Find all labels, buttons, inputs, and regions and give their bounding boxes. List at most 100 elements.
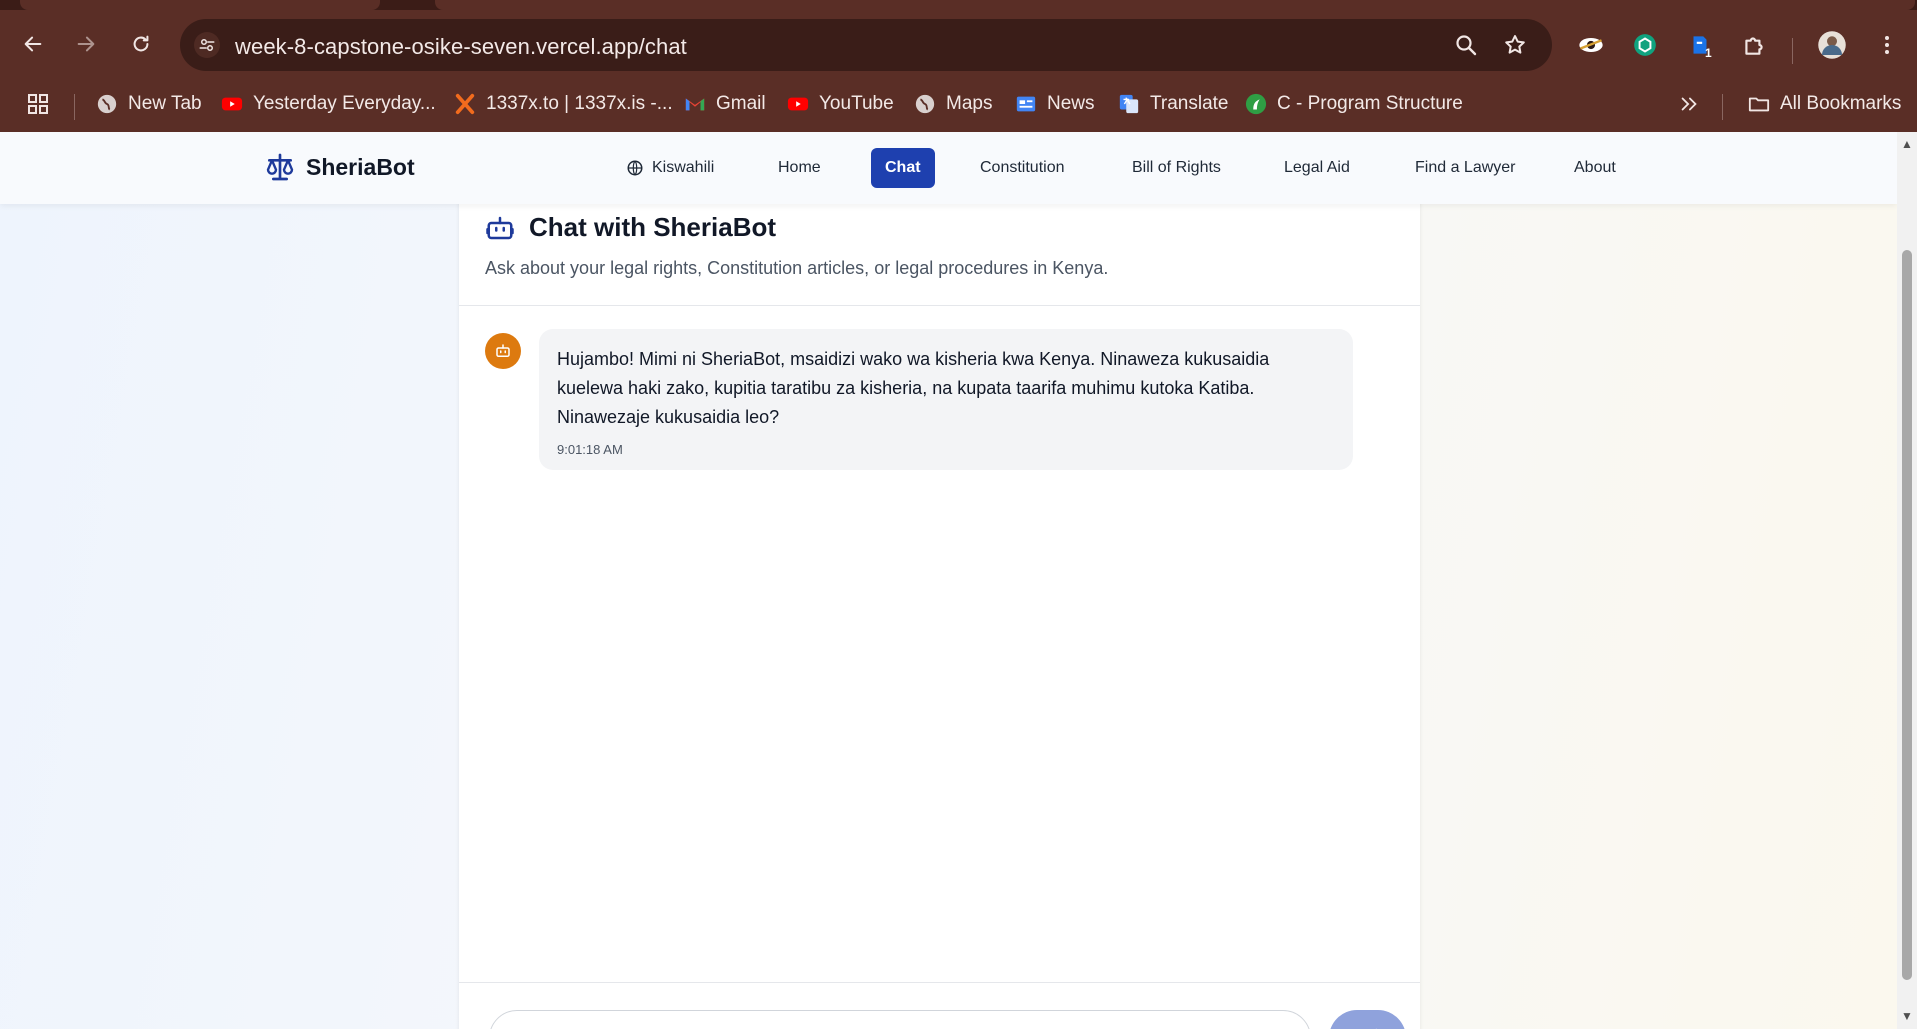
chat-composer [459,982,1420,1029]
nav-label: Bill of Rights [1132,159,1221,176]
bookmark-yesterday-everyday[interactable]: Yesterday Everyday... [221,88,436,120]
bookmark-label: Maps [946,93,993,114]
bookmark-label: Yesterday Everyday... [253,93,436,114]
bookmark-star-button[interactable] [1502,32,1528,58]
bookmark-label: 1337x.to | 1337x.is -... [486,93,673,114]
nav-label: Legal Aid [1284,159,1350,176]
message-text: Hujambo! Mimi ni SheriaBot, msaidizi wak… [557,349,1270,427]
x-logo-icon [454,93,476,115]
scroll-up-arrow[interactable]: ▲ [1901,138,1913,150]
send-button[interactable] [1329,1010,1406,1029]
arrow-left-icon [24,36,42,52]
page-viewport: SheriaBot Kiswahili Home Chat Constituti… [0,132,1897,1029]
bookmark-label: Gmail [716,93,766,114]
bookmark-label: C - Program Structure [1277,93,1463,114]
tab[interactable] [20,0,380,10]
bookmark-new-tab[interactable]: New Tab [96,88,202,120]
tune-icon [199,39,215,51]
more-vertical-icon [1885,36,1889,54]
bot-avatar [485,333,521,369]
nav-home[interactable]: Home [764,148,835,188]
all-bookmarks-label: All Bookmarks [1780,93,1902,114]
apps-grid-icon [28,94,48,114]
address-bar[interactable]: week-8-capstone-osike-seven.vercel.app/c… [180,19,1552,71]
brand-link[interactable]: SheriaBot [264,151,415,183]
nav-label: Kiswahili [652,159,715,176]
nav-about[interactable]: About [1560,148,1630,188]
bookmarks-bar: New Tab Yesterday Everyday... 1337x.to |… [0,78,1917,132]
double-chevron-right-icon [1681,97,1697,111]
bookmark-label: YouTube [819,93,894,114]
zoom-button[interactable] [1453,32,1479,58]
all-bookmarks-button[interactable]: All Bookmarks [1748,88,1901,120]
bookmark-youtube[interactable]: YouTube [787,88,894,120]
bot-icon [486,216,514,239]
nav-find-a-lawyer[interactable]: Find a Lawyer [1401,148,1530,188]
chat-title-row: Chat with SheriaBot [485,212,776,243]
folder-icon [1748,93,1770,115]
youtube-icon [221,93,243,115]
back-button[interactable] [15,26,51,62]
scales-icon [266,153,294,181]
bookmark-1337x[interactable]: 1337x.to | 1337x.is -... [454,88,673,120]
nav-kiswahili-toggle[interactable]: Kiswahili [612,148,728,188]
bookmark-label: New Tab [128,93,202,114]
star-icon [1505,35,1525,54]
browser-menu-button[interactable] [1870,28,1904,62]
extension-with-badge-button[interactable]: 1 [1683,28,1717,62]
url-text[interactable]: week-8-capstone-osike-seven.vercel.app/c… [235,34,687,60]
search-icon [1456,35,1477,56]
scrollbar-thumb[interactable] [1902,250,1912,980]
reload-button[interactable] [123,26,159,62]
page-title: Chat with SheriaBot [529,212,777,242]
reload-icon [133,35,149,52]
message-list[interactable]: Hujambo! Mimi ni SheriaBot, msaidizi wak… [459,307,1420,927]
bot-message-bubble: Hujambo! Mimi ni SheriaBot, msaidizi wak… [539,329,1353,470]
bookmark-news[interactable]: News [1015,88,1095,120]
scroll-down-arrow[interactable]: ▼ [1901,1010,1913,1022]
nav-label: Chat [885,159,921,176]
nav-label: Find a Lawyer [1415,159,1516,176]
youtube-icon [787,93,809,115]
puzzle-icon [1745,37,1763,55]
page-scrollbar[interactable]: ▲ ▼ [1897,132,1917,1029]
globe-icon [627,160,643,176]
nav-bill-of-rights[interactable]: Bill of Rights [1118,148,1235,188]
more-bookmarks-button[interactable] [1678,88,1700,120]
nav-legal-aid[interactable]: Legal Aid [1270,148,1364,188]
arrow-right-icon [77,36,95,52]
globe-icon [96,93,118,115]
bookmark-maps[interactable]: Maps [914,88,992,120]
extension-button[interactable] [1574,28,1608,62]
profile-button[interactable] [1815,28,1849,62]
extensions-menu-button[interactable] [1737,28,1771,62]
message-timestamp: 9:01:18 AM [557,442,623,457]
bookmark-translate[interactable]: Translate [1118,88,1229,120]
toolbar: week-8-capstone-osike-seven.vercel.app/c… [0,10,1917,78]
brand-name: SheriaBot [306,153,415,180]
site-info-button[interactable] [194,32,220,58]
apps-button[interactable] [26,88,50,120]
leaf-icon [1245,93,1267,115]
chatgpt-icon [1634,34,1656,56]
nav-label: About [1574,159,1616,176]
tab[interactable] [435,0,1915,10]
bookmarks-divider [74,94,75,120]
chat-input[interactable] [489,1010,1311,1029]
translate-icon [1118,93,1140,115]
bookmark-label: Translate [1150,93,1229,114]
site-header: SheriaBot Kiswahili Home Chat Constituti… [0,132,1897,204]
bookmark-gmail[interactable]: Gmail [684,88,766,120]
chatgpt-extension-button[interactable] [1628,28,1662,62]
bookmarks-divider [1722,94,1723,120]
news-icon [1015,93,1037,115]
nav-label: Constitution [980,159,1065,176]
bookmark-label: News [1047,93,1095,114]
bookmark-c-program-structure[interactable]: C - Program Structure [1245,88,1463,120]
chat-panel: Chat with SheriaBot Ask about your legal… [459,182,1420,1029]
nav-constitution[interactable]: Constitution [966,148,1079,188]
forward-button[interactable] [68,26,104,62]
toolbar-divider [1792,38,1793,64]
nav-chat[interactable]: Chat [871,148,935,188]
eye-extension-icon [1579,38,1603,52]
